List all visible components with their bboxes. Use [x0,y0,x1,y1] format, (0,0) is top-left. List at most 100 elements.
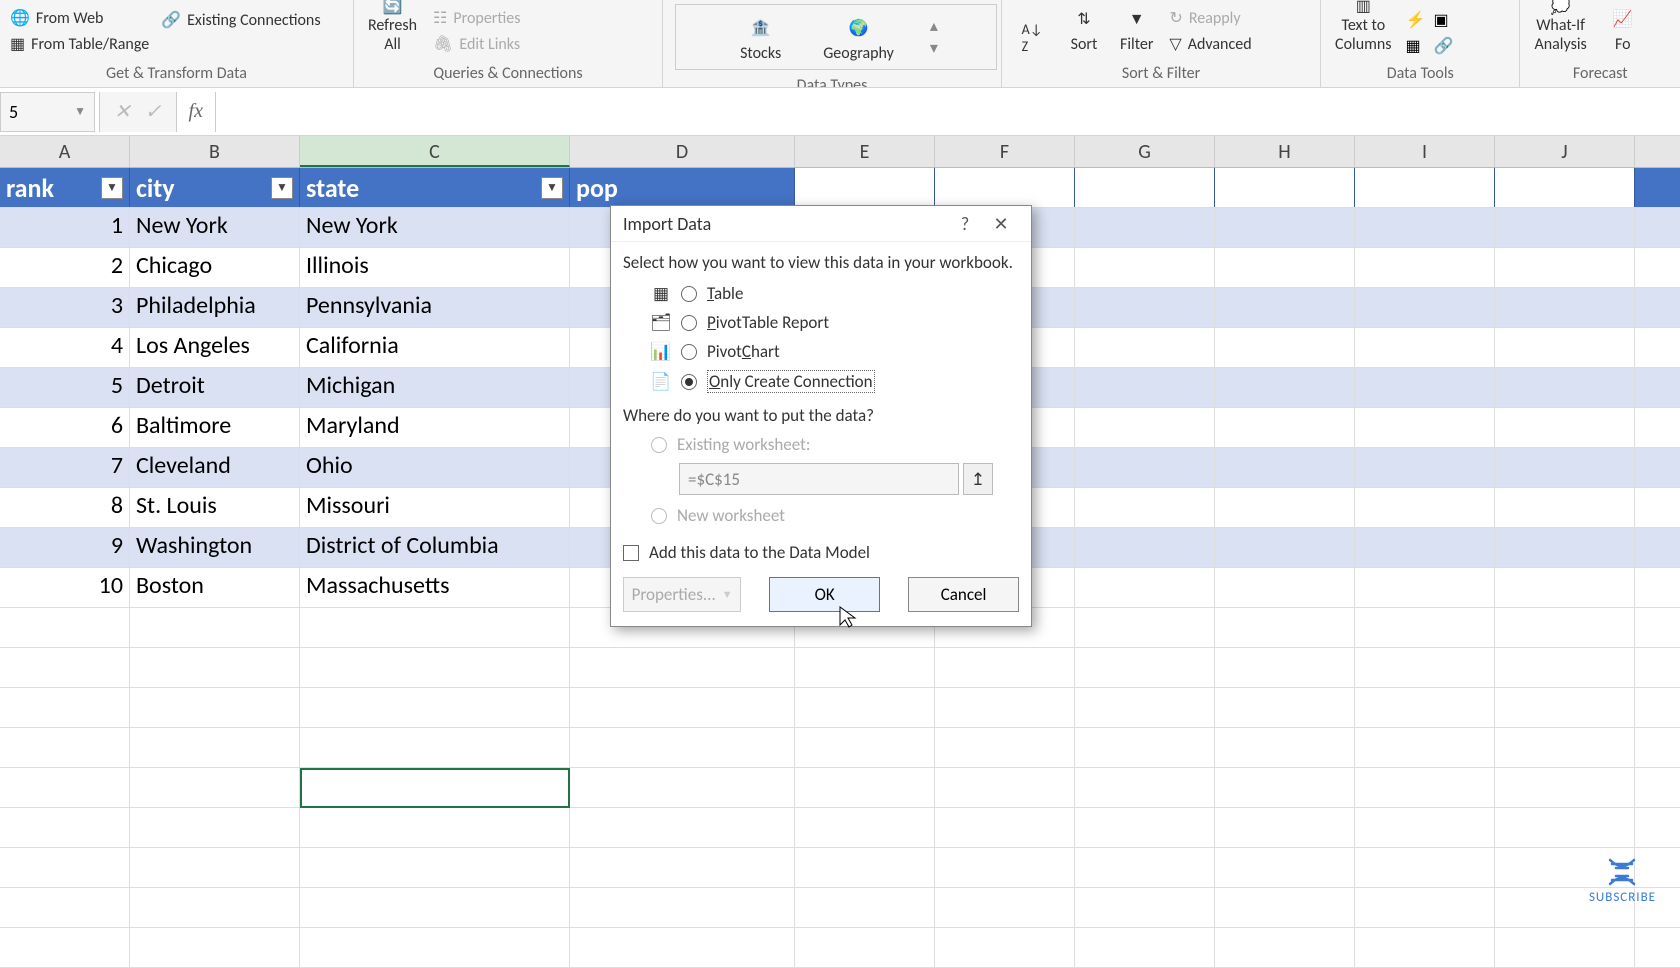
cell[interactable]: 5 [0,368,130,407]
chevron-up-icon[interactable]: ▴ [930,16,938,36]
empty-row[interactable] [0,848,1680,888]
filter-dropdown-icon[interactable]: ▼ [101,177,123,199]
cell[interactable]: Baltimore [130,408,300,447]
properties-button[interactable]: ☷ Properties [431,6,522,30]
cell[interactable]: 8 [0,488,130,527]
cell[interactable]: 1 [0,208,130,247]
empty-row[interactable] [0,928,1680,968]
cell[interactable]: St. Louis [130,488,300,527]
cancel-edit-icon[interactable]: ✕ [114,99,131,124]
fx-icon[interactable]: fx [177,100,215,123]
cell[interactable]: 3 [0,288,130,327]
name-box[interactable]: 5▼ [0,92,95,132]
dialog-titlebar[interactable]: Import Data ? ✕ [611,206,1031,242]
cell[interactable]: 9 [0,528,130,567]
table-header-cell[interactable]: rank▼ [0,168,130,207]
close-button[interactable]: ✕ [983,213,1019,235]
empty-row[interactable] [0,728,1680,768]
checkbox-data-model[interactable] [623,545,639,561]
table-header-cell[interactable]: state▼ [300,168,570,207]
text-to-columns-button[interactable]: ▥ Text to Columns [1329,0,1398,56]
radio-pivot-chart[interactable] [681,344,697,360]
cell[interactable]: New York [300,208,570,247]
formula-input[interactable] [215,92,1680,132]
cell[interactable]: Missouri [300,488,570,527]
edit-links-button[interactable]: 🖇 Edit Links [431,32,522,56]
cell[interactable]: District of Columbia [300,528,570,567]
forecast-sheet-button[interactable]: 📈 Fo [1601,0,1645,56]
empty-row[interactable] [0,688,1680,728]
empty-row[interactable] [0,768,1680,808]
formula-bar: 5▼ ✕ ✓ fx [0,88,1680,136]
group-label: Sort & Filter [1010,62,1312,85]
reapply-button[interactable]: ↻ Reapply [1167,6,1253,30]
cell[interactable]: Detroit [130,368,300,407]
filter-dropdown-icon[interactable]: ▼ [541,177,563,199]
help-button[interactable]: ? [947,213,983,235]
cell[interactable]: Philadelphia [130,288,300,327]
table-header-cell[interactable]: pop [570,168,795,207]
sort-button[interactable]: ⇅ Sort [1062,0,1106,56]
column-header[interactable]: I [1355,136,1495,167]
from-table-range-button[interactable]: ▦ From Table/Range [8,32,151,56]
geography-button[interactable]: 🌍 Geography [817,9,900,65]
empty-row[interactable] [0,808,1680,848]
from-web-button[interactable]: 🌐 From Web [8,6,151,30]
relationships-icon[interactable]: 🔗 [1433,36,1453,56]
cell[interactable]: 10 [0,568,130,607]
filter-dropdown-icon[interactable]: ▼ [271,177,293,199]
cell[interactable]: California [300,328,570,367]
refresh-all-button[interactable]: 🔄 Refresh All [362,0,423,56]
cell-reference-input [679,463,959,495]
subscribe-badge[interactable]: SUBSCRIBE [1589,856,1656,905]
what-if-button[interactable]: 💭 What-If Analysis [1528,0,1592,56]
cell[interactable]: Maryland [300,408,570,447]
cell[interactable]: Cleveland [130,448,300,487]
cell[interactable]: Massachusetts [300,568,570,607]
cell[interactable]: Boston [130,568,300,607]
consolidate-icon[interactable]: ▣ [1433,10,1453,30]
cell[interactable]: Washington [130,528,300,567]
column-header[interactable]: J [1495,136,1635,167]
cell[interactable]: Michigan [300,368,570,407]
cell[interactable]: 6 [0,408,130,447]
column-header[interactable]: G [1075,136,1215,167]
advanced-button[interactable]: ▽ Advanced [1167,32,1253,56]
column-header[interactable]: A [0,136,130,167]
collapse-dialog-button[interactable]: ↥ [963,463,993,495]
cell[interactable]: Pennsylvania [300,288,570,327]
cancel-button[interactable]: Cancel [908,577,1019,612]
cell[interactable]: Illinois [300,248,570,287]
chevron-down-icon[interactable]: ▾ [930,38,938,58]
flash-fill-icon[interactable]: ⚡ [1406,10,1426,30]
column-header[interactable]: F [935,136,1075,167]
radio-only-connection[interactable] [681,374,697,390]
cell[interactable]: Ohio [300,448,570,487]
cell[interactable]: New York [130,208,300,247]
existing-connections-button[interactable]: 🔗 Existing Connections [159,8,322,32]
cell[interactable]: 7 [0,448,130,487]
cell[interactable]: 2 [0,248,130,287]
what-if-icon: 💭 [1545,0,1577,16]
column-header[interactable]: C [300,136,570,167]
cell[interactable]: Chicago [130,248,300,287]
column-header[interactable]: H [1215,136,1355,167]
remove-duplicates-icon[interactable]: ▦ [1406,36,1426,56]
globe-icon: 🌐 [10,8,30,28]
column-header[interactable]: D [570,136,795,167]
confirm-edit-icon[interactable]: ✓ [145,99,162,124]
cell[interactable]: 4 [0,328,130,367]
empty-row[interactable] [0,888,1680,928]
column-header[interactable]: E [795,136,935,167]
radio-pivot-table[interactable] [681,315,697,331]
cell[interactable]: Los Angeles [130,328,300,367]
filter-button[interactable]: ▼ Filter [1114,0,1159,56]
sort-az-button[interactable]: A↓Z [1010,0,1054,56]
radio-table[interactable] [681,286,697,302]
stocks-button[interactable]: 🏦 Stocks [734,9,787,65]
column-header[interactable]: B [130,136,300,167]
ok-button[interactable]: OK [769,577,880,612]
empty-row[interactable] [0,648,1680,688]
chevron-down-icon[interactable]: ▼ [74,104,86,119]
table-header-cell[interactable]: city▼ [130,168,300,207]
